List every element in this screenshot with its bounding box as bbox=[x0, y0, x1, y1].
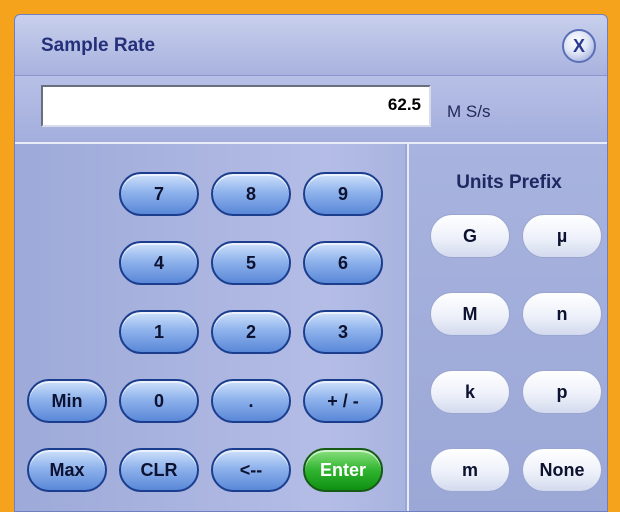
key-9[interactable]: 9 bbox=[303, 172, 383, 216]
keypad-panel: 7 8 9 4 5 6 1 2 3 Min 0 . + / - Max CLR … bbox=[15, 144, 405, 511]
sample-rate-dialog: Sample Rate X 62.5 M S/s 7 8 9 4 5 6 1 2… bbox=[14, 14, 608, 512]
prefix-milli-button[interactable]: m bbox=[430, 448, 510, 492]
key-1[interactable]: 1 bbox=[119, 310, 199, 354]
value-area: 62.5 M S/s bbox=[15, 76, 607, 144]
decimal-point-button[interactable]: . bbox=[211, 379, 291, 423]
prefix-kilo-button[interactable]: k bbox=[430, 370, 510, 414]
close-icon: X bbox=[572, 35, 585, 56]
prefix-pico-button[interactable]: p bbox=[522, 370, 602, 414]
dialog-title: Sample Rate bbox=[41, 35, 156, 56]
prefix-micro-button[interactable]: µ bbox=[522, 214, 602, 258]
max-button[interactable]: Max bbox=[27, 448, 107, 492]
clear-button[interactable]: CLR bbox=[119, 448, 199, 492]
backspace-button[interactable]: <-- bbox=[211, 448, 291, 492]
close-button[interactable]: X bbox=[562, 29, 596, 63]
plus-minus-button[interactable]: + / - bbox=[303, 379, 383, 423]
key-2[interactable]: 2 bbox=[211, 310, 291, 354]
key-4[interactable]: 4 bbox=[119, 241, 199, 285]
units-prefix-title: Units Prefix bbox=[456, 172, 562, 193]
value-field[interactable]: 62.5 bbox=[41, 85, 431, 127]
key-6[interactable]: 6 bbox=[303, 241, 383, 285]
prefix-mega-button[interactable]: M bbox=[430, 292, 510, 336]
min-button[interactable]: Min bbox=[27, 379, 107, 423]
key-3[interactable]: 3 bbox=[303, 310, 383, 354]
prefix-giga-button[interactable]: G bbox=[430, 214, 510, 258]
key-5[interactable]: 5 bbox=[211, 241, 291, 285]
key-7[interactable]: 7 bbox=[119, 172, 199, 216]
prefix-nano-button[interactable]: n bbox=[522, 292, 602, 336]
key-8[interactable]: 8 bbox=[211, 172, 291, 216]
enter-button[interactable]: Enter bbox=[303, 448, 383, 492]
prefix-none-button[interactable]: None bbox=[522, 448, 602, 492]
key-0[interactable]: 0 bbox=[119, 379, 199, 423]
units-prefix-panel: Units Prefix G µ M n k p m None bbox=[407, 144, 607, 511]
unit-label: M S/s bbox=[447, 102, 491, 121]
dialog-titlebar: Sample Rate X bbox=[15, 15, 607, 76]
